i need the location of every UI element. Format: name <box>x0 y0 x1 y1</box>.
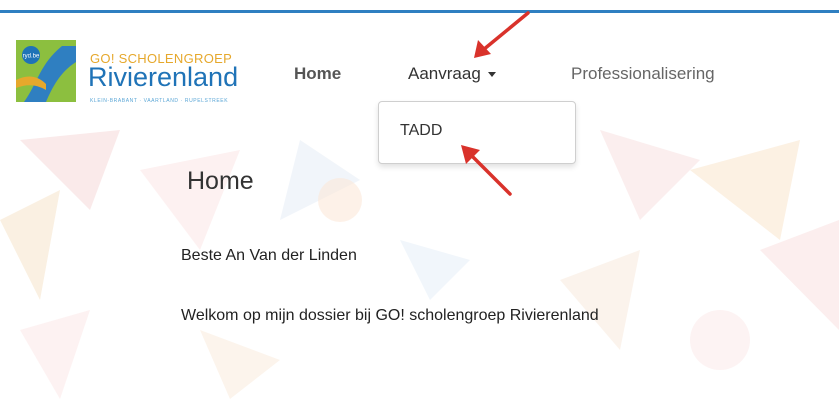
logo-mark-icon: ryd.be <box>16 40 76 102</box>
logo[interactable]: ryd.be GO! SCHOLENGROEP Rivierenland KLE… <box>16 40 248 110</box>
logo-line3: KLEIN-BRABANT · VAARTLAND · RUPELSTREEK <box>90 98 229 104</box>
nav-aanvraag-dropdown[interactable]: Aanvraag <box>408 64 496 84</box>
nav-aanvraag-label: Aanvraag <box>408 64 481 83</box>
caret-down-icon <box>487 72 496 78</box>
logo-line2: Rivierenland <box>88 62 239 92</box>
dropdown-item-tadd[interactable]: TADD <box>400 122 442 140</box>
aanvraag-dropdown-menu: TADD <box>378 101 576 164</box>
welcome-text: Welkom op mijn dossier bij GO! scholengr… <box>181 307 599 324</box>
nav-professionalisering[interactable]: Professionalisering <box>571 64 715 84</box>
background-pattern <box>0 130 839 399</box>
nav-home[interactable]: Home <box>294 64 341 84</box>
svg-text:ryd.be: ryd.be <box>23 54 40 60</box>
greeting-text: Beste An Van der Linden <box>181 247 357 264</box>
page-title: Home <box>187 167 254 195</box>
